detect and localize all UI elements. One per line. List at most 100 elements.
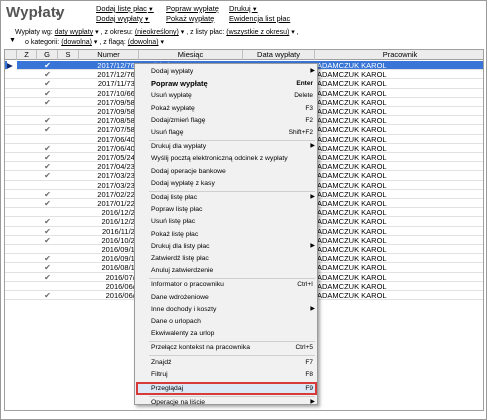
- menu-item-11[interactable]: Popraw listę płac: [135, 204, 319, 215]
- checkmark-icon: ✔: [44, 171, 51, 181]
- menu-item-19[interactable]: Inne dochody i koszty ▶: [135, 304, 319, 315]
- filter-category-value[interactable]: (dowolna): [61, 39, 92, 46]
- toolbar-link-2[interactable]: Popraw wypłatę: [166, 4, 219, 13]
- cell-numer: 2017/08/584: [97, 116, 139, 126]
- collapse-filters-icon[interactable]: ▼: [9, 37, 16, 44]
- menu-item-label: Usuń flagę: [151, 129, 184, 136]
- toolbar-link-5[interactable]: Ewidencja list płac: [229, 14, 290, 23]
- cell-numer: 2016/12/28: [101, 208, 139, 218]
- checkmark-icon: [37, 135, 58, 144]
- cell-pracownik: ADAMCZUK KAROL: [317, 217, 387, 227]
- menu-item-1[interactable]: Popraw wypłatę Enter: [135, 78, 319, 89]
- filter-by-value[interactable]: daty wypłaty: [55, 29, 94, 36]
- menu-item-16[interactable]: Anuluj zatwierdzenie: [135, 265, 319, 276]
- column-header-numer[interactable]: Numer: [79, 50, 139, 60]
- menu-item-label: Operacje na liście: [151, 399, 206, 407]
- menu-item-12[interactable]: Usuń listę płac: [135, 216, 319, 227]
- chevron-down-icon: ▼: [147, 7, 154, 13]
- cell-pracownik: ADAMCZUK KAROL: [317, 125, 387, 135]
- toolbar-link-0[interactable]: Dodaj listę płac▼: [96, 4, 154, 13]
- checkmark-icon: ✔: [44, 116, 51, 126]
- column-header-miesiac[interactable]: Miesiąc: [139, 50, 243, 60]
- cell-pracownik: ADAMCZUK KAROL: [317, 107, 387, 116]
- chevron-down-icon[interactable]: ▾: [179, 29, 185, 36]
- checkmark-icon: ✔: [44, 189, 51, 199]
- checkmark-icon: [37, 181, 58, 190]
- checkmark-icon: ✔: [44, 217, 51, 227]
- menu-item-4[interactable]: Dodaj/zmień flagę F2: [135, 115, 319, 126]
- menu-item-label: Popraw wypłatę: [151, 79, 208, 89]
- menu-item-9[interactable]: Dodaj wypłatę z kasy: [135, 178, 319, 189]
- menu-item-shortcut: F2: [305, 116, 313, 124]
- menu-item-21[interactable]: Ekwiwalenty za urlop: [135, 328, 319, 339]
- toolbar-link-4[interactable]: Drukuj▼: [229, 4, 258, 13]
- cell-numer: 2017/05/240: [97, 153, 139, 162]
- filter-period-value[interactable]: (nieokreślony): [135, 29, 179, 36]
- title-dropdown-icon[interactable]: ▼: [54, 11, 61, 18]
- column-header-g[interactable]: G: [37, 50, 58, 60]
- menu-item-8[interactable]: Dodaj operacje bankowe: [135, 166, 319, 177]
- cell-numer: 2017/07/580: [97, 125, 139, 135]
- menu-item-22[interactable]: Przełącz kontekst na pracownika Ctrl+5: [135, 342, 319, 353]
- menu-item-label: Dodaj wypłatę z kasy: [151, 179, 215, 187]
- menu-item-20[interactable]: Dane o urlopach: [135, 316, 319, 327]
- menu-item-label: Pokaż wypłatę: [151, 104, 195, 112]
- menu-item-25[interactable]: Przeglądaj F9: [135, 383, 319, 394]
- submenu-arrow-icon: ▶: [310, 305, 315, 312]
- chevron-down-icon[interactable]: ▾: [159, 39, 164, 46]
- menu-item-shortcut: F9: [305, 385, 313, 392]
- menu-item-23[interactable]: Znajdź F7: [135, 357, 319, 368]
- window-frame: Wypłaty ▼ Dodaj listę płac▼ Dodaj wypłaty…: [0, 0, 487, 420]
- menu-item-label: Usuń wypłatę: [151, 92, 192, 100]
- filter-flag-value[interactable]: (dowolna): [128, 39, 159, 46]
- checkmark-icon: ✔: [44, 263, 51, 273]
- cell-pracownik: ADAMCZUK KAROL: [317, 153, 387, 162]
- menu-item-3[interactable]: Pokaż wypłatę F3: [135, 103, 319, 114]
- cell-numer: 2016/09/16: [101, 254, 139, 264]
- chevron-down-icon[interactable]: ▾: [93, 29, 99, 36]
- cell-pracownik: ADAMCZUK KAROL: [317, 180, 387, 190]
- menu-item-0[interactable]: Dodaj wypłaty ▶: [135, 66, 319, 77]
- cell-numer: 2016/10/20: [101, 235, 139, 245]
- column-header-data-wyplaty[interactable]: Data wypłaty: [243, 50, 315, 60]
- cell-numer: 2017/10/661: [97, 88, 139, 98]
- menu-item-2[interactable]: Usuń wypłatę Delete: [135, 90, 319, 101]
- menu-item-13[interactable]: Pokaż listę płac: [135, 229, 319, 240]
- menu-item-24[interactable]: Filtruj F8: [135, 369, 319, 380]
- filter-list-value[interactable]: (wszystkie z okresu): [226, 29, 289, 36]
- cell-pracownik: ADAMCZUK KAROL: [317, 189, 387, 199]
- menu-item-label: Usuń listę płac: [151, 218, 196, 226]
- menu-item-shortcut: F7: [305, 358, 313, 366]
- menu-item-18[interactable]: Dane wdrożeniowe: [135, 292, 319, 303]
- menu-item-label: Dodaj operacje bankowe: [151, 167, 226, 175]
- toolbar-link-3[interactable]: Pokaż wypłatę: [166, 14, 214, 23]
- column-header-z[interactable]: Z: [17, 50, 37, 60]
- cell-numer: 2017/09/588: [97, 97, 139, 107]
- menu-item-label: Dodaj wypłaty: [151, 68, 194, 75]
- column-header-pracownik[interactable]: Pracownik: [315, 50, 483, 60]
- checkmark-icon: ✔: [44, 61, 51, 70]
- menu-item-6[interactable]: Drukuj dla wypłaty ▶: [135, 141, 319, 152]
- menu-item-26[interactable]: Operacje na liście ▶: [135, 397, 319, 408]
- cell-pracownik: ADAMCZUK KAROL: [317, 245, 387, 254]
- checkmark-icon: [37, 208, 58, 217]
- toolbar-link-1[interactable]: Dodaj wypłaty▼: [96, 14, 150, 23]
- checkmark-icon: ✔: [44, 97, 51, 107]
- menu-item-17[interactable]: Informator o pracowniku Ctrl+I: [135, 279, 319, 290]
- menu-item-label: Dane wdrożeniowe: [151, 293, 209, 301]
- cell-pracownik: ADAMCZUK KAROL: [317, 291, 387, 300]
- filter-list-label: , z listy płac:: [186, 29, 225, 36]
- column-header-s[interactable]: S: [58, 50, 79, 60]
- menu-item-5[interactable]: Usuń flagę Shift+F2: [135, 127, 319, 138]
- menu-item-14[interactable]: Drukuj dla listy płac ▶: [135, 241, 319, 252]
- checkmark-icon: [37, 107, 58, 116]
- checkmark-icon: ✔: [44, 125, 51, 135]
- menu-item-10[interactable]: Dodaj listę płac ▶: [135, 192, 319, 203]
- menu-item-label: Przełącz kontekst na pracownika: [151, 344, 250, 352]
- menu-item-7[interactable]: Wyślij pocztą elektroniczną odcinek z wy…: [135, 153, 319, 164]
- chevron-down-icon[interactable]: ▾: [92, 39, 98, 46]
- cell-pracownik: ADAMCZUK KAROL: [317, 263, 387, 273]
- menu-item-15[interactable]: Zatwierdź listę płac: [135, 253, 319, 264]
- cell-pracownik: ADAMCZUK KAROL: [317, 162, 387, 172]
- cell-pracownik: ADAMCZUK KAROL: [317, 88, 387, 98]
